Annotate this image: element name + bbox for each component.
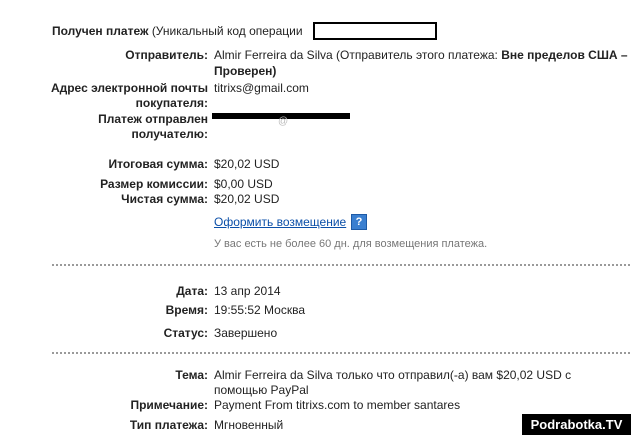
sender-label: Отправитель: (125, 48, 208, 62)
sent-to-label-2: получателю: (131, 127, 208, 141)
watermark-logo: Podrabotka.TV (522, 414, 631, 435)
status-value: Завершено (214, 326, 278, 340)
transaction-id-field (313, 22, 437, 40)
sender-status-bold: Вне пределов США – (501, 48, 628, 62)
status-label: Статус: (163, 326, 208, 340)
payment-header: Получен платеж (Уникальный код операции (52, 23, 303, 39)
help-icon[interactable]: ? (351, 214, 367, 230)
unique-code-label: (Уникальный код операции (151, 24, 303, 38)
subject-label: Тема: (175, 368, 208, 382)
fee-label: Размер комиссии: (100, 177, 208, 191)
total-label: Итоговая сумма: (108, 157, 208, 171)
payment-received-title: Получен платеж (52, 24, 149, 38)
issue-refund-link[interactable]: Оформить возмещение (214, 214, 346, 230)
time-value: 19:55:52 Москва (214, 303, 306, 317)
sender-name: Almir Ferreira da Silva (Отправитель это… (214, 48, 502, 62)
sender-value: Almir Ferreira da Silva (Отправитель это… (214, 47, 628, 63)
payment-type-label: Тип платежа: (129, 418, 208, 432)
date-label: Дата: (176, 284, 208, 298)
sender-verified: Проверен) (214, 64, 277, 78)
buyer-email-label-1: Адрес электронной почты (50, 81, 208, 95)
fee-value: $0,00 USD (214, 177, 273, 191)
payment-type-value: Мгновенный (214, 418, 284, 432)
subject-value-2: помощью PayPal (214, 383, 309, 397)
net-value: $20,02 USD (214, 192, 280, 206)
net-label: Чистая сумма: (121, 192, 208, 206)
recipient-email-tail: @ (278, 116, 289, 127)
buyer-email-value: titrixs@gmail.com (214, 81, 309, 95)
buyer-email-label-2: покупателя: (135, 96, 208, 110)
divider-2 (52, 352, 630, 354)
total-value: $20,02 USD (214, 157, 280, 171)
note-label: Примечание: (130, 398, 208, 412)
note-value: Payment From titrixs.com to member santa… (214, 398, 461, 412)
date-value: 13 апр 2014 (214, 284, 281, 298)
time-label: Время: (165, 303, 208, 317)
subject-value-1: Almir Ferreira da Silva только что отпра… (214, 368, 572, 382)
refund-note: У вас есть не более 60 дн. для возмещени… (214, 238, 488, 250)
sent-to-label-1: Платеж отправлен (98, 112, 208, 126)
divider-1 (52, 264, 630, 266)
